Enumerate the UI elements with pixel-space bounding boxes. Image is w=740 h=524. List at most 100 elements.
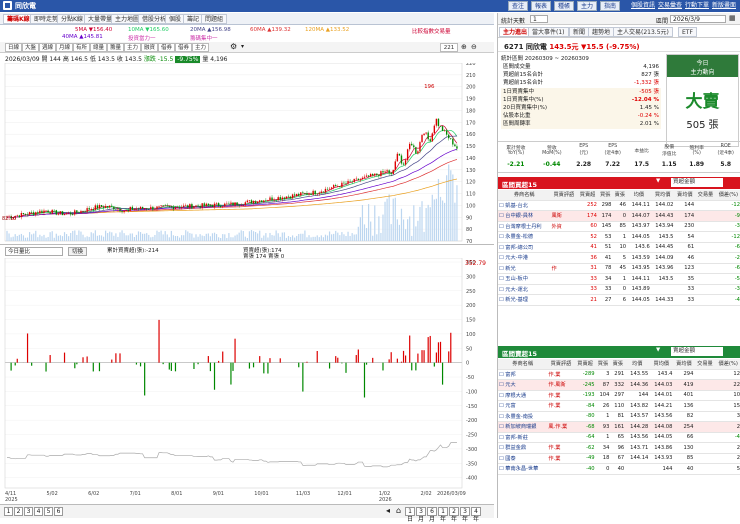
column-header[interactable]: 買賣評語	[547, 359, 574, 369]
column-header[interactable]: 買均價	[649, 359, 673, 369]
tb-total[interactable]: 總量	[90, 43, 107, 52]
broker-name[interactable]: ☐ 新光	[498, 263, 550, 274]
broker-row[interactable]: ☐ 元大-運北33330143.8933-3	[498, 284, 740, 295]
broker-name[interactable]: ☐ 凱基-台北	[498, 200, 550, 211]
sell-sort-select[interactable]: 賣超金額	[671, 347, 723, 356]
column-header[interactable]: 賣張	[612, 190, 627, 200]
broker-name[interactable]: ☐ 元大-運北	[498, 284, 550, 295]
range-1d[interactable]: 1日	[405, 507, 415, 516]
broker-name[interactable]: ☐ 新加坡商瑞銀	[498, 422, 547, 433]
broker-name[interactable]: ☐ 元大-中港	[498, 253, 550, 264]
chevron-down-icon[interactable]: ▾	[241, 43, 244, 50]
broker-name[interactable]: ☐ 新光-基理	[498, 295, 550, 306]
broker-row[interactable]: ☐ 新光-基理21276144.05144.3333-4	[498, 295, 740, 306]
rtab-major[interactable]: 主力進出	[499, 27, 531, 37]
broker-name[interactable]: ☐ 玉山-板中	[498, 274, 550, 285]
rtab-news[interactable]: 新聞	[569, 27, 589, 37]
broker-name[interactable]: ☐ 富邦-總公司	[498, 242, 550, 253]
tb-margin[interactable]: 融資	[141, 43, 158, 52]
rtab-etf[interactable]: ETF	[678, 27, 697, 37]
range-1y[interactable]: 1年	[438, 507, 448, 516]
tb-chip[interactable]: 籌量	[107, 43, 124, 52]
range-2y[interactable]: 2年	[449, 507, 459, 516]
top-link-4[interactable]: 新版畫面	[712, 1, 736, 11]
column-header[interactable]: 買賣超	[577, 190, 598, 200]
broker-row[interactable]: ☐ 摩根大通作.業-193104297144144.0140110	[498, 390, 740, 401]
price-chart[interactable]: 2202102001901801701601501401301201101009…	[0, 63, 494, 243]
home-icon[interactable]: ⌂	[396, 506, 401, 515]
tab-questions[interactable]: 問題組	[201, 14, 227, 24]
broker-row[interactable]: ☐ 玉山-板中33341144.11143.535-5	[498, 274, 740, 285]
column-header[interactable]: 買張	[598, 190, 613, 200]
top-button-2[interactable]: 報表	[531, 1, 551, 11]
broker-row[interactable]: ☐ 國泰作.業-491867144.14143.93852	[498, 453, 740, 464]
broker-name[interactable]: ☐ 元富	[498, 401, 547, 412]
broker-name[interactable]: ☐ 群益金鼎	[498, 443, 547, 454]
column-header[interactable]: 買賣評語	[550, 190, 577, 200]
broker-name[interactable]: ☐ 國泰	[498, 453, 547, 464]
page-5[interactable]: 5	[44, 507, 53, 516]
column-header[interactable]: 賣張	[610, 359, 625, 369]
page-1[interactable]: 1	[4, 507, 13, 516]
arrow-left-icon[interactable]: ◂	[386, 506, 390, 515]
column-header[interactable]: 均價	[625, 359, 649, 369]
column-header[interactable]: 券商名稱	[498, 190, 550, 200]
broker-row[interactable]: ☐ 華南永昌-世華-40040144405	[498, 464, 740, 475]
broker-name[interactable]: ☐ 華南永昌-世華	[498, 464, 547, 475]
tab-notes[interactable]: 籌記	[183, 14, 203, 24]
top-button-4[interactable]: 主力	[577, 1, 597, 11]
broker-row[interactable]: ☐ 富邦作.業-2893291143.55143.429412	[498, 369, 740, 380]
rtab-insider[interactable]: 主人交易(213.5元)	[613, 27, 673, 37]
indicator-select[interactable]: 今日量比	[5, 247, 63, 256]
stat-days-select[interactable]: 1	[530, 15, 548, 23]
broker-row[interactable]: ☐ 新光作317845143.95143.96123-6	[498, 263, 740, 274]
tb-lend-1[interactable]: 借券	[158, 43, 175, 52]
buy-sort-select[interactable]: 買超金額	[671, 178, 723, 187]
range-4y[interactable]: 4年	[471, 507, 481, 516]
page-3[interactable]: 3	[24, 507, 33, 516]
tab-branch-kline[interactable]: 分點K線	[57, 14, 87, 24]
broker-name[interactable]: ☐ 台灣摩根士丹利	[498, 221, 550, 232]
broker-name[interactable]: ☐ 台中銀-員林	[498, 211, 550, 222]
tb-major[interactable]: 主力	[124, 43, 141, 52]
rtab-events[interactable]: 當大事件(1)	[528, 27, 569, 37]
range-date-input[interactable]: 2026/3/9	[670, 15, 726, 23]
broker-row[interactable]: ☐ 新加坡商瑞銀風.作.業-6893161144.28144.082542	[498, 422, 740, 433]
broker-row[interactable]: ☐ 台灣摩根士丹利外資6014585143.97143.94230-3	[498, 221, 740, 232]
column-header[interactable]: 價差(%)	[716, 190, 740, 200]
tb-some[interactable]: 有所	[73, 43, 90, 52]
calendar-icon[interactable]: ▦	[729, 14, 736, 22]
broker-name[interactable]: ☐ 永豐金-南投	[498, 411, 547, 422]
broker-row[interactable]: ☐ 永豐金-松德52531144.05143.554-12	[498, 232, 740, 243]
compare-note[interactable]: 比較指數交易量	[412, 27, 451, 35]
column-header[interactable]: 券商名稱	[498, 359, 547, 369]
column-header[interactable]: 交易量	[695, 190, 716, 200]
top-button-3[interactable]: 種帳	[554, 1, 574, 11]
broker-row[interactable]: ☐ 元大-中港36415143.59144.0946-2	[498, 253, 740, 264]
broker-name[interactable]: ☐ 元大	[498, 380, 547, 391]
tb-daily[interactable]: 日線	[5, 43, 22, 52]
switch-button[interactable]: 切換	[68, 247, 87, 256]
column-header[interactable]: 賣均價	[674, 190, 695, 200]
top-link-2[interactable]: 交易彙查	[658, 1, 682, 11]
column-header[interactable]: 均價	[627, 190, 651, 200]
column-header[interactable]: 買張	[596, 359, 611, 369]
page-4[interactable]: 4	[34, 507, 43, 516]
column-header[interactable]: 買賣超	[575, 359, 596, 369]
tb-weekly[interactable]: 週線	[39, 43, 56, 52]
top-button-5[interactable]: 指南	[600, 1, 620, 11]
broker-row[interactable]: ☐ 台中銀-員林風衛1741740144.07144.43174-9	[498, 211, 740, 222]
zoom-out-icon[interactable]: ⊖	[471, 43, 477, 51]
broker-name[interactable]: ☐ 永豐金-松德	[498, 232, 550, 243]
broker-row[interactable]: ☐ 富邦-總公司415110143.6144.4561-6	[498, 242, 740, 253]
broker-name[interactable]: ☐ 富邦-新莊	[498, 432, 547, 443]
tb-market[interactable]: 大盤	[22, 43, 39, 52]
top-link-1[interactable]: 個股資訊	[631, 1, 655, 11]
tab-stock[interactable]: 個股	[165, 14, 185, 24]
range-3m[interactable]: 3月	[416, 507, 426, 516]
tb-lend-2[interactable]: 借券	[175, 43, 192, 52]
page-6[interactable]: 6	[54, 507, 63, 516]
broker-row[interactable]: ☐ 永豐金-南投-80181143.57143.56823	[498, 411, 740, 422]
broker-name[interactable]: ☐ 富邦	[498, 369, 547, 380]
rtab-trend[interactable]: 趨勢地	[588, 27, 614, 37]
